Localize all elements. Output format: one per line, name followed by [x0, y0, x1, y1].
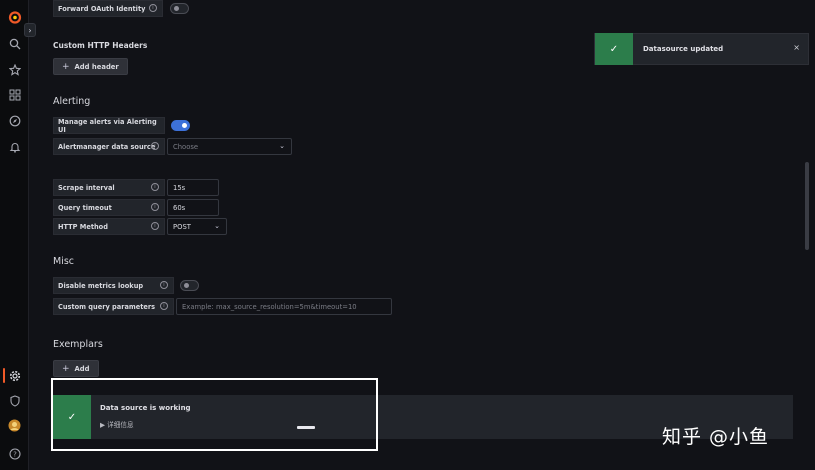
- dashboards-icon[interactable]: [7, 87, 22, 102]
- explore-icon[interactable]: [7, 113, 22, 128]
- info-icon[interactable]: i: [160, 281, 168, 289]
- query-timeout-input[interactable]: 60s: [167, 199, 219, 216]
- info-icon[interactable]: i: [149, 4, 157, 12]
- watermark: 知乎 @小鱼: [662, 426, 770, 448]
- info-icon[interactable]: i: [160, 302, 168, 310]
- misc-title: Misc: [53, 256, 75, 267]
- chevron-down-icon: ⌄: [279, 142, 285, 150]
- star-icon[interactable]: [7, 62, 22, 77]
- manage-alerts-label: Manage alerts via Alerting UI: [53, 117, 165, 134]
- info-icon[interactable]: i: [151, 183, 159, 191]
- disable-metrics-label: Disable metrics lookup i: [53, 277, 174, 294]
- grafana-logo-icon[interactable]: [7, 9, 22, 24]
- sidebar: ?: [0, 0, 29, 470]
- svg-text:?: ?: [13, 450, 17, 458]
- manage-alerts-switch[interactable]: [171, 120, 190, 131]
- switch-knob: [184, 283, 189, 288]
- alertmanager-select[interactable]: Choose ⌄: [167, 138, 292, 155]
- close-icon[interactable]: ×: [793, 43, 800, 52]
- alertmanager-label: Alertmanager data source i: [53, 138, 165, 155]
- gear-icon[interactable]: [7, 368, 22, 383]
- highlight-frame: [51, 378, 378, 451]
- plus-icon: +: [62, 61, 70, 72]
- query-timeout-label: Query timeout i: [53, 199, 165, 216]
- plus-icon: +: [62, 363, 70, 374]
- sidebar-toggle-button[interactable]: ›: [24, 23, 36, 37]
- custom-query-label: Custom query parameters i: [53, 298, 174, 315]
- toast-notification: ✓ Datasource updated ×: [594, 33, 809, 65]
- shield-icon[interactable]: [7, 393, 22, 408]
- search-icon[interactable]: [7, 36, 22, 51]
- add-header-button[interactable]: + Add header: [53, 58, 128, 75]
- add-exemplar-button[interactable]: + Add: [53, 360, 99, 377]
- http-method-label: HTTP Method i: [53, 218, 165, 235]
- help-icon[interactable]: ?: [7, 446, 22, 461]
- forward-oauth-label: Forward OAuth Identity i: [53, 0, 163, 17]
- toast-message: Datasource updated: [643, 45, 724, 53]
- info-icon[interactable]: i: [151, 142, 159, 150]
- custom-query-input[interactable]: Example: max_source_resolution=5m&timeou…: [176, 298, 392, 315]
- alert-bell-icon[interactable]: [7, 139, 22, 154]
- active-indicator: [3, 368, 5, 383]
- alerting-title: Alerting: [53, 96, 91, 107]
- check-icon: ✓: [595, 33, 633, 65]
- chevron-right-icon: ›: [28, 25, 32, 35]
- info-icon[interactable]: i: [151, 222, 159, 230]
- disable-metrics-switch[interactable]: [180, 280, 199, 291]
- switch-knob: [182, 123, 187, 128]
- info-icon[interactable]: i: [151, 203, 159, 211]
- switch-knob: [174, 6, 179, 11]
- exemplars-title: Exemplars: [53, 339, 103, 350]
- forward-oauth-switch[interactable]: [170, 3, 189, 14]
- scrape-interval-input[interactable]: 15s: [167, 179, 219, 196]
- http-method-select[interactable]: POST ⌄: [167, 218, 227, 235]
- custom-headers-title: Custom HTTP Headers: [53, 41, 148, 50]
- scrollbar-thumb[interactable]: [805, 162, 809, 250]
- chevron-down-icon: ⌄: [214, 222, 220, 230]
- user-avatar-icon[interactable]: [7, 418, 22, 433]
- scrape-interval-label: Scrape interval i: [53, 179, 165, 196]
